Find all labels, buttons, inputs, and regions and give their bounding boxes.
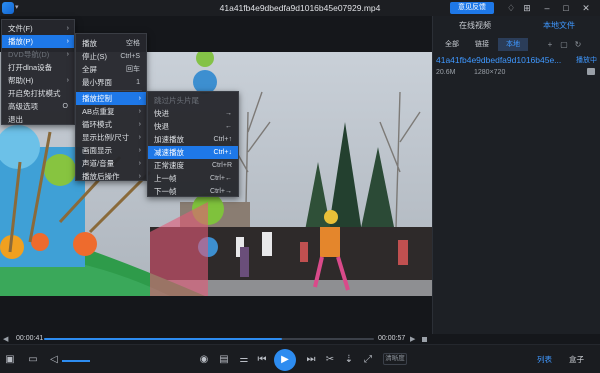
shirt-skin-icon[interactable]: ♢	[505, 2, 517, 14]
submenu-arrow-icon: ›	[138, 95, 141, 102]
cut-icon[interactable]: ✂	[324, 354, 336, 366]
submenu-arrow-icon: ›	[66, 77, 69, 84]
volume-slider[interactable]	[62, 360, 90, 362]
play-button[interactable]: ▶	[274, 349, 296, 371]
seek-bar-fill	[44, 338, 282, 340]
title-bar: ▾ 41a41fb4e9dbedfa9d1016b45e07929.mp4 意见…	[0, 0, 600, 16]
previous-icon[interactable]: ◀	[3, 335, 8, 343]
menu-item-previous-frame[interactable]: 上一帧 Ctrl+←	[148, 172, 238, 185]
folder-icon[interactable]	[587, 68, 595, 75]
player-window: ▾ 41a41fb4e9dbedfa9d1016b45e07929.mp4 意见…	[0, 0, 600, 373]
close-icon[interactable]: ✕	[580, 2, 592, 14]
menu-item-advanced[interactable]: 高级选项 O	[2, 100, 74, 113]
menu-item-ab-repeat[interactable]: AB点重复 ›	[76, 105, 146, 118]
menu-item-play[interactable]: 播放(P) ›	[2, 35, 74, 48]
eye-icon[interactable]: ◉	[198, 354, 210, 366]
play-submenu: 播放 空格 停止(S) Ctrl+S 全屏 回车 最小界面 1 播放控制 › AB点重复 ›…	[75, 33, 147, 181]
playback-control-submenu: 跳过片头片尾 快进 → 快退 ← 加速播放 Ctrl+↑ 减速播放 Ctrl+↓ 正常速…	[147, 91, 239, 197]
menu-item-audio-volume[interactable]: 声道/音量 ›	[76, 157, 146, 170]
tab-online-video[interactable]: 在线视频	[433, 16, 517, 36]
menu-item-play-pause[interactable]: 播放 空格	[76, 37, 146, 50]
box-button[interactable]: 盒子	[569, 354, 584, 365]
list-button[interactable]: 列表	[537, 354, 552, 365]
menu-item-aspect-ratio[interactable]: 显示比例/尺寸 ›	[76, 131, 146, 144]
next-icon[interactable]: ▶	[410, 335, 415, 343]
minimize-icon[interactable]: –	[541, 2, 553, 14]
toolbox-icon[interactable]: ▣	[4, 354, 16, 366]
file-size: 20.6M	[436, 69, 456, 76]
refresh-icon[interactable]: ↻	[573, 38, 583, 51]
feedback-button[interactable]: 意见反馈	[450, 2, 494, 14]
stop-icon[interactable]	[422, 337, 427, 342]
submenu-arrow-icon: ›	[138, 134, 141, 141]
bottom-toolbar: ▣ ▭ ◁ ◉ ▤ ⚌ ⏮ ▶ ⏭ ✂ ⇣ ⤢ 清晰度 列表 盒子	[0, 344, 600, 373]
seek-bar[interactable]	[44, 338, 374, 340]
maximize-icon[interactable]: □	[560, 2, 572, 14]
current-time: 00:00:41	[16, 335, 44, 342]
menu-item-after-playback[interactable]: 播放后操作 ›	[76, 170, 146, 183]
bookmark-icon[interactable]: ▤	[218, 354, 230, 366]
submenu-arrow-icon: ›	[138, 147, 141, 154]
download-icon[interactable]: ⇣	[343, 354, 355, 366]
menu-item-dvd: DVD导航(D) ›	[8, 50, 69, 59]
subtab-local[interactable]: 本地	[498, 38, 528, 51]
volume-icon[interactable]: ◁	[48, 354, 60, 366]
playlist-item[interactable]: 41a41fb4e9dbedfa9d1016b45e... 播放中 20.6M …	[433, 52, 600, 96]
settings-sliders-icon[interactable]: ⚌	[238, 354, 250, 366]
menu-item-playback-control[interactable]: 播放控制 ›	[76, 92, 146, 105]
menu-item-next-frame[interactable]: 下一帧 Ctrl+→	[148, 185, 238, 198]
submenu-arrow-icon: ›	[138, 160, 141, 167]
next-track-icon[interactable]: ⏭	[305, 354, 317, 366]
file-resolution: 1280×720	[474, 69, 506, 76]
pin-icon[interactable]: ⊞	[521, 2, 533, 14]
previous-track-icon[interactable]: ⏮	[256, 354, 268, 366]
menu-item-mini-mode[interactable]: 最小界面 1	[76, 76, 146, 89]
file-name: 41a41fb4e9dbedfa9d1016b45e...	[436, 55, 562, 65]
submenu-arrow-icon: ›	[138, 121, 141, 128]
fullscreen-icon[interactable]: ⤢	[362, 354, 374, 366]
menu-item-file[interactable]: 文件(F) ›	[2, 22, 74, 35]
playlist-panel: 在线视频 本地文件 全部 链接 本地 + ▢ ↻ 41a41fb4e9dbedf…	[432, 16, 600, 334]
menu-item-dlna[interactable]: 打开dlna设备	[2, 61, 74, 74]
submenu-arrow-icon: ›	[138, 108, 141, 115]
menu-item-speed-up[interactable]: 加速播放 Ctrl+↑	[148, 133, 238, 146]
menu-item-fullscreen[interactable]: 全屏 回车	[76, 63, 146, 76]
tab-local-files[interactable]: 本地文件	[517, 16, 600, 36]
menu-item-exit[interactable]: 退出	[2, 113, 74, 126]
quality-button[interactable]: 清晰度	[383, 353, 407, 365]
playing-status: 播放中	[576, 57, 597, 64]
menu-item-fast-forward[interactable]: 快进 →	[148, 107, 238, 120]
menu-item-normal-speed[interactable]: 正常速度 Ctrl+R	[148, 159, 238, 172]
total-time: 00:00:57	[378, 335, 406, 342]
menu-item-skip-intro: 跳过片头片尾	[154, 96, 199, 105]
add-file-icon[interactable]: ▢	[559, 38, 569, 51]
submenu-arrow-icon: ›	[138, 173, 141, 180]
subtab-links[interactable]: 链接	[467, 38, 497, 51]
submenu-arrow-icon: ›	[66, 25, 69, 32]
submenu-arrow-icon: ›	[66, 51, 69, 58]
menu-item-loop-mode[interactable]: 循环模式 ›	[76, 118, 146, 131]
main-menu: 文件(F) › 播放(P) › DVD导航(D) › 打开dlna设备 帮助(H) › …	[1, 19, 75, 125]
menu-item-stop[interactable]: 停止(S) Ctrl+S	[76, 50, 146, 63]
progress-row: ◀ 00:00:41 00:00:57 ▶	[0, 334, 432, 344]
subtab-all[interactable]: 全部	[437, 38, 467, 51]
open-folder-icon[interactable]: ▭	[27, 354, 39, 366]
panel-tabs: 在线视频 本地文件	[433, 16, 600, 36]
menu-item-display[interactable]: 画面显示 ›	[76, 144, 146, 157]
add-icon[interactable]: +	[545, 38, 555, 51]
menu-item-slow-down[interactable]: 减速播放 Ctrl+↓	[148, 146, 238, 159]
menu-separator	[80, 90, 142, 91]
panel-subtabs: 全部 链接 本地 + ▢ ↻	[433, 38, 600, 51]
submenu-arrow-icon: ›	[66, 38, 69, 45]
menu-item-do-not-disturb[interactable]: 开启免打扰模式	[2, 87, 74, 100]
menu-item-help[interactable]: 帮助(H) ›	[2, 74, 74, 87]
menu-item-rewind[interactable]: 快退 ←	[148, 120, 238, 133]
